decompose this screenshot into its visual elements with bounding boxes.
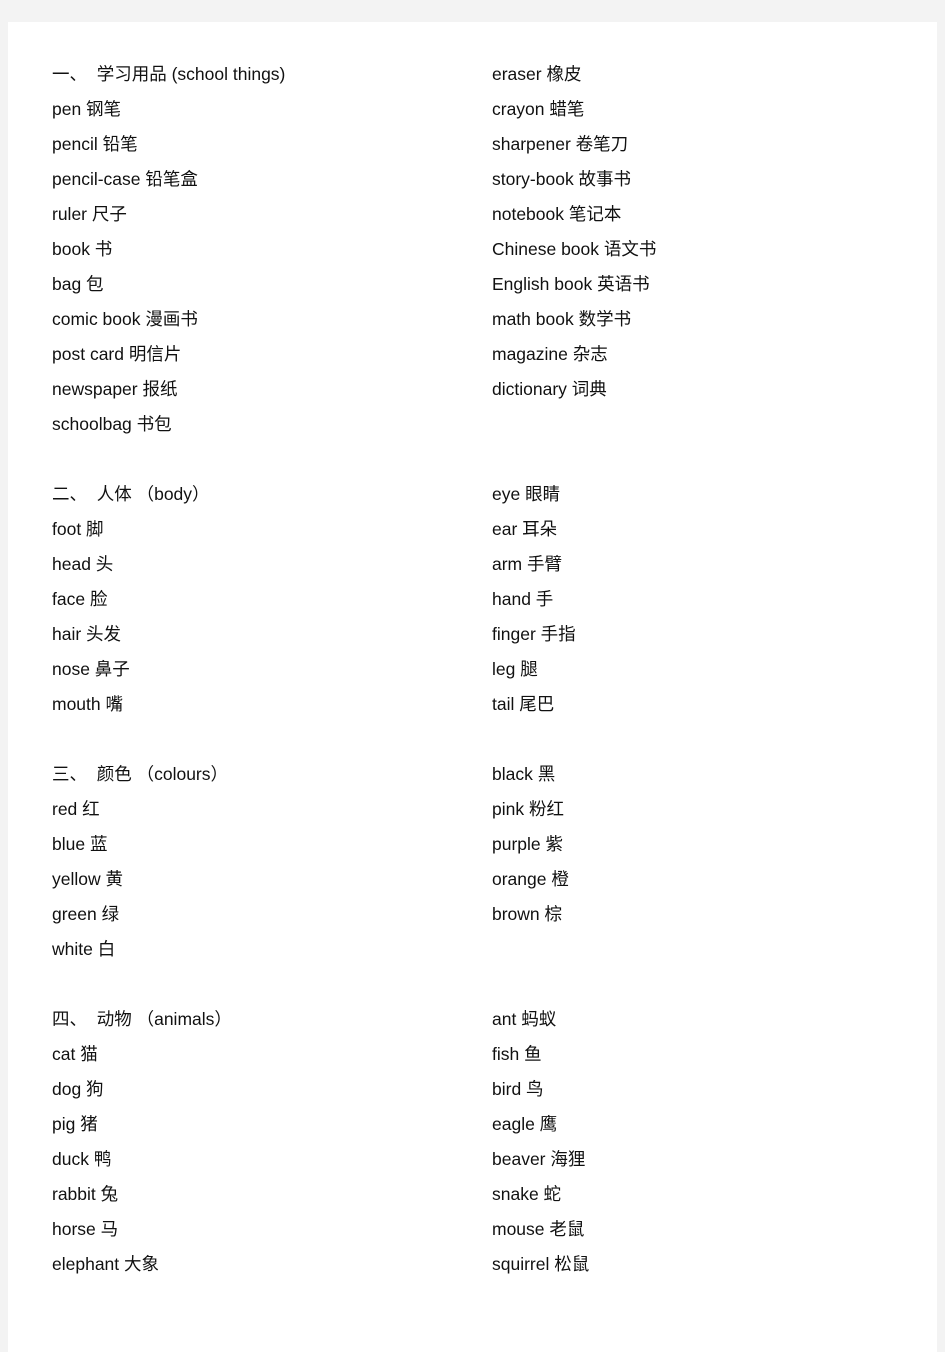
vocab-entry: yellow 黄	[52, 869, 123, 889]
vocab-section: 三、 颜色 （colours） red 红 blue 蓝 yellow 黄 green …	[52, 757, 932, 967]
vocab-entry: blue 蓝	[52, 834, 108, 854]
vocab-entry: snake 蛇	[492, 1184, 562, 1204]
vocab-entry: squirrel 松鼠	[492, 1254, 590, 1274]
vocab-entry: orange 橙	[492, 869, 569, 889]
left-column: 三、 颜色 （colours） red 红 blue 蓝 yellow 黄 green …	[52, 757, 492, 967]
vocab-entry: magazine 杂志	[492, 344, 608, 364]
vocab-entry: pig 猪	[52, 1114, 98, 1134]
vocab-entry: post card 明信片	[52, 344, 182, 364]
vocab-entry: horse 马	[52, 1219, 119, 1239]
vocab-entry: white 白	[52, 939, 116, 959]
right-column: ant 蚂蚁 fish 鱼 bird 鸟 eagle 鹰 beaver 海狸 snake …	[492, 1002, 932, 1282]
vocab-entry: face 脸	[52, 589, 108, 609]
section-heading: 三、 颜色 （colours）	[52, 764, 228, 784]
vocab-entry: pencil 铅笔	[52, 134, 138, 154]
vocab-entry: sharpener 卷笔刀	[492, 134, 629, 154]
vocab-entry: mouth 嘴	[52, 694, 123, 714]
section-heading: 四、 动物 （animals）	[52, 1009, 232, 1029]
vocab-entry: brown 棕	[492, 904, 563, 924]
vocab-entry: tail 尾巴	[492, 694, 555, 714]
right-column: eye 眼睛 ear 耳朵 arm 手臂 hand 手 finger 手指 leg 腿 ta…	[492, 477, 932, 722]
vocab-entry: duck 鸭	[52, 1149, 112, 1169]
vocab-entry: leg 腿	[492, 659, 538, 679]
vocab-entry: fish 鱼	[492, 1044, 542, 1064]
vocab-entry: green 绿	[52, 904, 120, 924]
vocab-entry: head 头	[52, 554, 114, 574]
right-column: eraser 橡皮 crayon 蜡笔 sharpener 卷笔刀 story-boo…	[492, 57, 932, 442]
right-column: black 黑 pink 粉红 purple 紫 orange 橙 brown 棕	[492, 757, 932, 967]
vocab-entry: eagle 鹰	[492, 1114, 558, 1134]
document-page: 一、 学习用品 (school things) pen 钢笔 pencil 铅笔 pe…	[8, 22, 937, 1352]
vocab-entry: beaver 海狸	[492, 1149, 586, 1169]
vocab-entry: hair 头发	[52, 624, 122, 644]
vocab-entry: eraser 橡皮	[492, 64, 582, 84]
vocab-entry: mouse 老鼠	[492, 1219, 585, 1239]
vocab-entry: dictionary 词典	[492, 379, 607, 399]
vocab-entry: nose 鼻子	[52, 659, 130, 679]
vocab-entry: ruler 尺子	[52, 204, 127, 224]
vocab-entry: story-book 故事书	[492, 169, 632, 189]
left-column: 二、 人体 （body） foot 脚 head 头 face 脸 hair 头发 nos…	[52, 477, 492, 722]
vocab-entry: rabbit 兔	[52, 1184, 119, 1204]
vocab-entry: book 书	[52, 239, 113, 259]
vocab-entry: finger 手指	[492, 624, 576, 644]
vocab-entry: bird 鸟	[492, 1079, 544, 1099]
vocab-entry: pen 钢笔	[52, 99, 122, 119]
vocab-entry: notebook 笔记本	[492, 204, 622, 224]
vocab-entry: ear 耳朵	[492, 519, 558, 539]
section-heading: 二、 人体 （body）	[52, 484, 210, 504]
left-column: 一、 学习用品 (school things) pen 钢笔 pencil 铅笔 pe…	[52, 57, 492, 442]
vocab-entry: schoolbag 书包	[52, 414, 172, 434]
vocab-entry: red 红	[52, 799, 100, 819]
vocab-section: 二、 人体 （body） foot 脚 head 头 face 脸 hair 头发 nos…	[52, 477, 932, 722]
vocab-entry: purple 紫	[492, 834, 564, 854]
vocab-entry: math book 数学书	[492, 309, 632, 329]
vocab-entry: arm 手臂	[492, 554, 562, 574]
vocab-section: 一、 学习用品 (school things) pen 钢笔 pencil 铅笔 pe…	[52, 57, 932, 442]
vocab-entry: pencil-case 铅笔盒	[52, 169, 198, 189]
vocab-entry: eye 眼睛	[492, 484, 561, 504]
vocab-entry: bag 包	[52, 274, 104, 294]
vocab-entry: elephant 大象	[52, 1254, 160, 1274]
section-heading: 一、 学习用品 (school things)	[52, 64, 286, 84]
vocab-entry: English book 英语书	[492, 274, 650, 294]
vocab-entry: dog 狗	[52, 1079, 104, 1099]
vocab-entry: ant 蚂蚁	[492, 1009, 557, 1029]
vocab-entry: Chinese book 语文书	[492, 239, 657, 259]
vocab-entry: foot 脚	[52, 519, 104, 539]
vocab-entry: cat 猫	[52, 1044, 98, 1064]
vocabulary-list: 一、 学习用品 (school things) pen 钢笔 pencil 铅笔 pe…	[52, 57, 932, 1317]
vocab-entry: crayon 蜡笔	[492, 99, 585, 119]
vocab-section: 四、 动物 （animals） cat 猫 dog 狗 pig 猪 duck 鸭 rabb…	[52, 1002, 932, 1282]
vocab-entry: hand 手	[492, 589, 554, 609]
vocab-entry: pink 粉红	[492, 799, 564, 819]
vocab-entry: black 黑	[492, 764, 556, 784]
vocab-entry: comic book 漫画书	[52, 309, 198, 329]
vocab-entry: newspaper 报纸	[52, 379, 178, 399]
left-column: 四、 动物 （animals） cat 猫 dog 狗 pig 猪 duck 鸭 rabb…	[52, 1002, 492, 1282]
